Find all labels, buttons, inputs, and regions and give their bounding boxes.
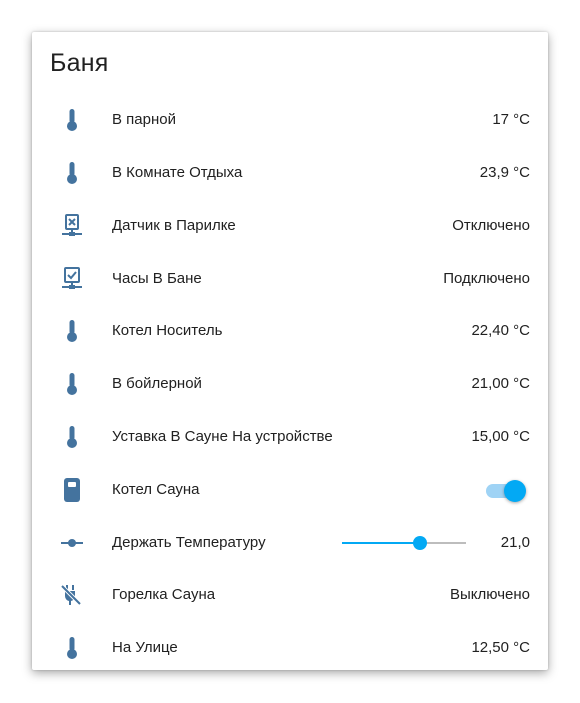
entity-label: Датчик в Парилке xyxy=(112,217,236,234)
entity-row-na-ulitse[interactable]: На Улице 12,50 °C xyxy=(32,628,548,668)
entity-value: 15,00 °C xyxy=(471,428,530,445)
entity-value: 22,40 °C xyxy=(471,322,530,339)
thermometer-icon xyxy=(56,161,88,185)
slider-value: 21,0 xyxy=(500,534,530,551)
boiler-icon xyxy=(56,478,88,502)
entity-label: В бойлерной xyxy=(112,375,202,392)
toggle-thumb[interactable] xyxy=(504,480,526,502)
entity-label: В Комнате Отдыха xyxy=(112,164,243,181)
entity-value: 21,00 °C xyxy=(471,375,530,392)
card-title: Баня xyxy=(50,49,109,77)
slider-knob[interactable] xyxy=(413,536,428,550)
thermometer-icon xyxy=(56,636,88,660)
network-off-icon xyxy=(56,214,88,238)
temperature-slider[interactable] xyxy=(342,533,466,553)
kotel-sauna-toggle[interactable] xyxy=(486,480,526,502)
entity-row-kotel-sauna[interactable]: Котел Сауна xyxy=(32,470,548,510)
power-plug-off-icon xyxy=(56,583,88,607)
thermometer-icon xyxy=(56,372,88,396)
entity-row-v-boylernoy[interactable]: В бойлерной 21,00 °C xyxy=(32,364,548,404)
entity-value: Выключено xyxy=(450,586,530,603)
entity-value: Подключено xyxy=(443,270,530,287)
entity-row-gorelka-sauna[interactable]: Горелка Сауна Выключено xyxy=(32,575,548,615)
thermometer-icon xyxy=(56,319,88,343)
entity-value: 23,9 °C xyxy=(479,164,530,181)
entity-row-ustavka-v-saune[interactable]: Уставка В Сауне На устройстве 15,00 °C xyxy=(32,417,548,457)
entity-row-derzhat-temperaturu[interactable]: Держать Температуру 21,0 xyxy=(32,523,548,563)
entity-label: Котел Сауна xyxy=(112,481,200,498)
entity-label: Уставка В Сауне На устройстве xyxy=(112,428,333,445)
entity-row-chasy-v-bane[interactable]: Часы В Бане Подключено xyxy=(32,259,548,299)
network-ok-icon xyxy=(56,267,88,291)
thermometer-icon xyxy=(56,425,88,449)
entity-value: Отключено xyxy=(452,217,530,234)
entity-label: Держать Температуру xyxy=(112,534,266,551)
entity-row-v-parnoy[interactable]: В парной 17 °C xyxy=(32,100,548,140)
entity-row-kotel-nositel[interactable]: Котел Носитель 22,40 °C xyxy=(32,311,548,351)
entity-value: 12,50 °C xyxy=(471,639,530,656)
entity-row-datchik-v-parilke[interactable]: Датчик в Парилке Отключено xyxy=(32,206,548,246)
sauna-card: Баня В парной 17 °C В Комнате Отдыха 23,… xyxy=(32,32,548,670)
entity-label: На Улице xyxy=(112,639,178,656)
entity-label: В парной xyxy=(112,111,176,128)
entity-label: Часы В Бане xyxy=(112,270,202,287)
entity-row-komnata-otdykha[interactable]: В Комнате Отдыха 23,9 °C xyxy=(32,153,548,193)
thermometer-icon xyxy=(56,108,88,132)
entity-value: 17 °C xyxy=(492,111,530,128)
slider-fill xyxy=(342,542,421,544)
entity-label: Котел Носитель xyxy=(112,322,223,339)
slider-icon xyxy=(56,531,88,555)
entity-label: Горелка Сауна xyxy=(112,586,216,603)
